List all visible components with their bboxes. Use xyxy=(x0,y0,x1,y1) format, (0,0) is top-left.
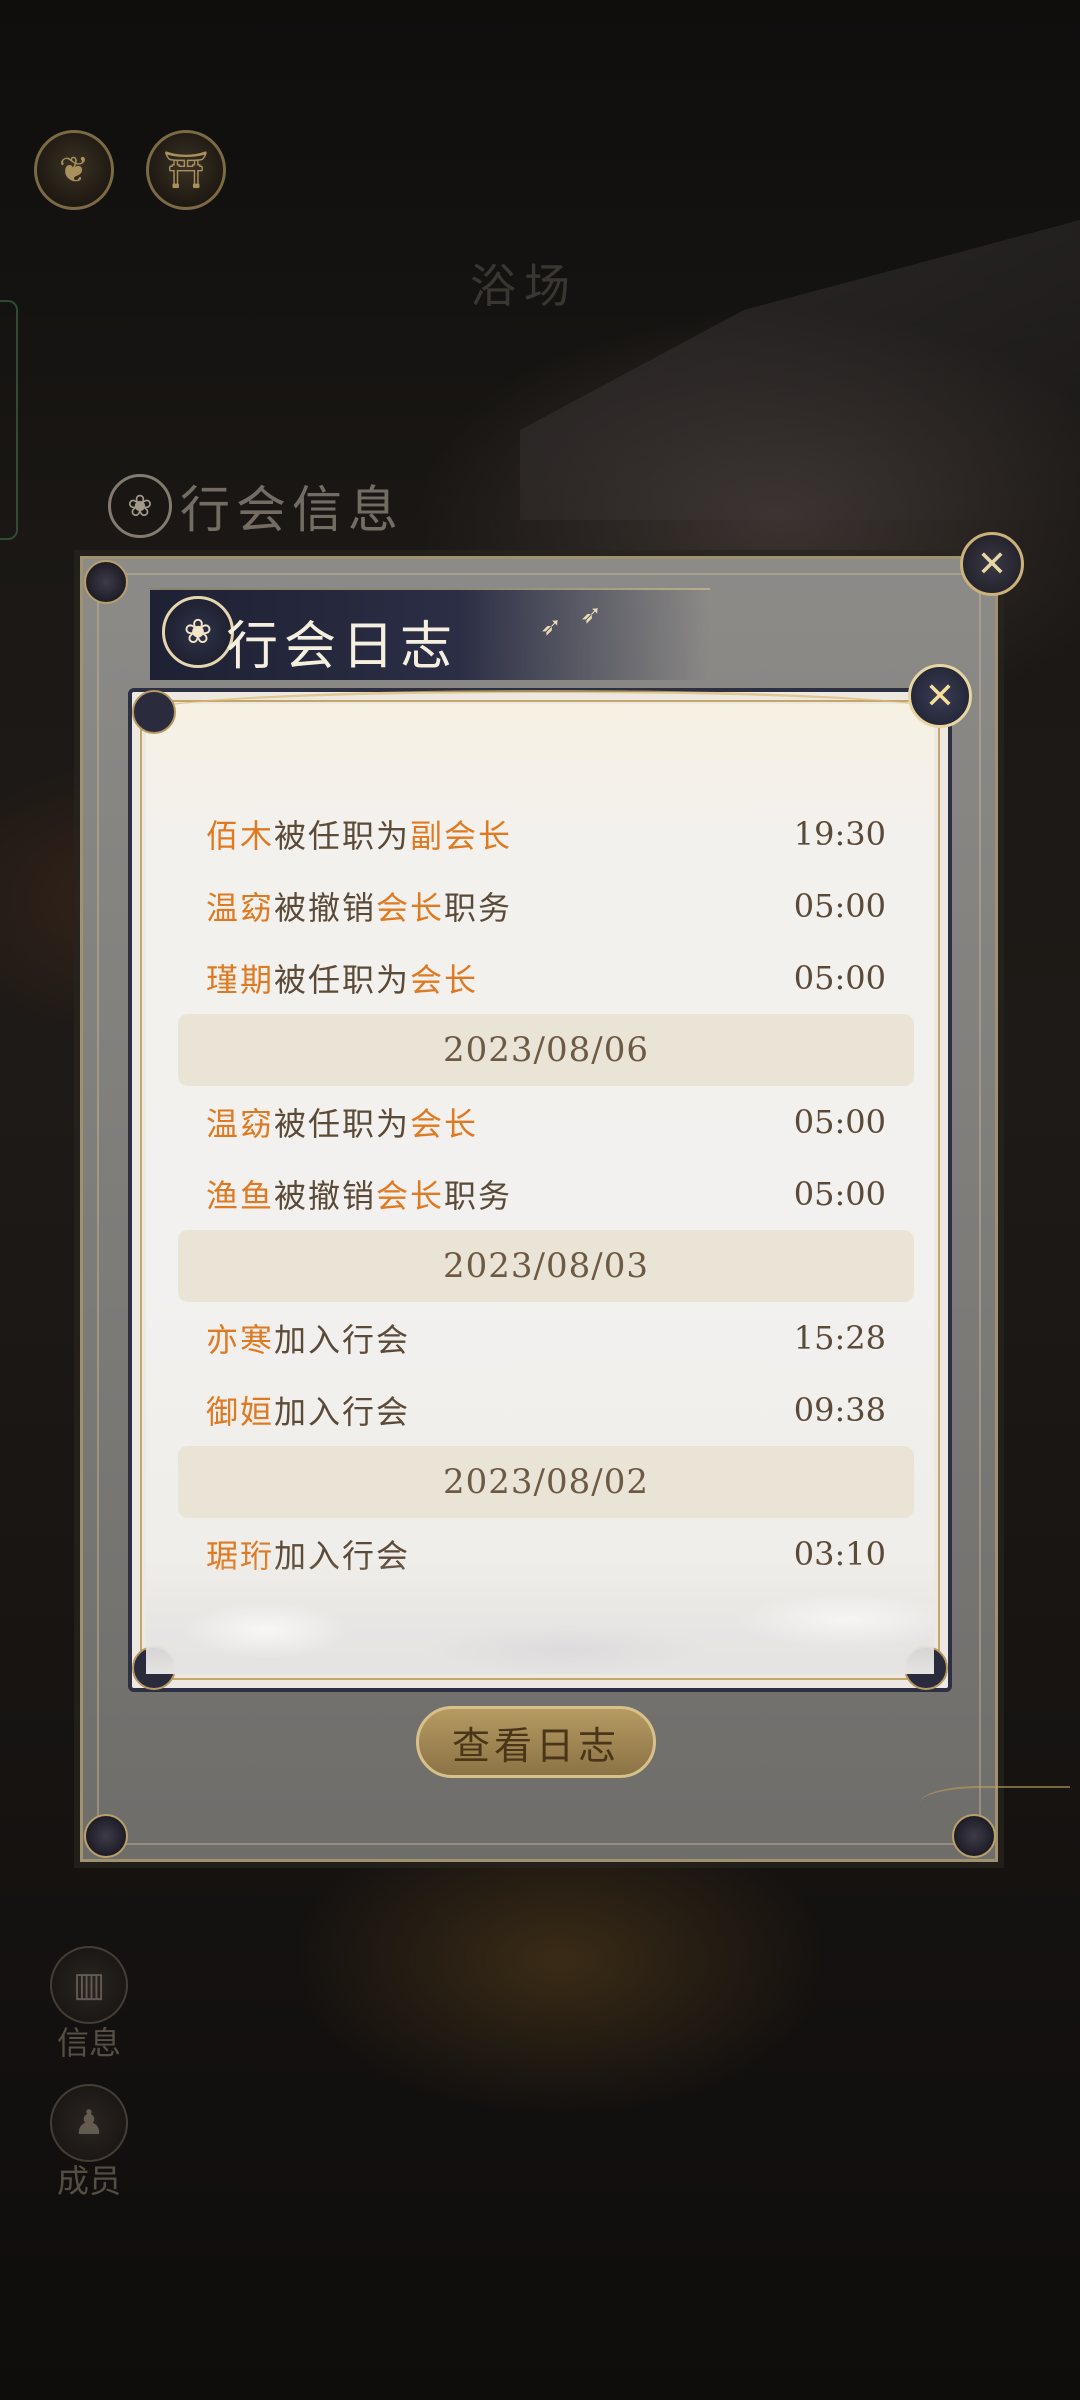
location-label: 浴场 xyxy=(470,259,578,313)
dialog-title: 行会日志 xyxy=(226,617,459,677)
log-plain-text: 职务 xyxy=(444,1177,513,1215)
log-highlight-text: 副会长 xyxy=(410,817,513,855)
left-edge-tab[interactable] xyxy=(0,300,18,540)
cloud-swirl-ornament xyxy=(920,1786,1070,1828)
panel-corner-ornament xyxy=(84,560,128,604)
building-icon: ▥ xyxy=(50,1946,128,2024)
log-entry: 温窈被任职为会长 05:00 xyxy=(178,1086,914,1158)
guild-emblem-icon: ❀ xyxy=(162,596,234,668)
log-highlight-text: 瑾期 xyxy=(206,961,275,999)
log-highlight-text: 会长 xyxy=(376,1177,445,1215)
side-nav-info[interactable]: ▥ 信息 xyxy=(48,1946,130,2064)
log-plain-text: 被任职为 xyxy=(274,817,411,855)
log-plain-text: 被撤销 xyxy=(274,1177,377,1215)
guild-info-header: ❀ 行会信息 xyxy=(108,466,404,546)
log-highlight-text: 会长 xyxy=(410,1105,479,1143)
log-entry-time: 09:38 xyxy=(793,1391,886,1429)
gold-swirl-ornament xyxy=(146,690,946,733)
log-entry-text: 御姮加入行会 xyxy=(206,1387,410,1433)
log-entry-time: 05:00 xyxy=(793,1103,886,1141)
log-entry-text: 温窈被任职为会长 xyxy=(206,1099,478,1145)
log-highlight-text: 温窈 xyxy=(206,889,275,927)
side-nav-members[interactable]: ♟ 成员 xyxy=(48,2084,130,2202)
log-entry: 佰木被任职为副会长 19:30 xyxy=(178,798,914,870)
log-entry: 渔鱼被撤销会长职务 05:00 xyxy=(178,1158,914,1230)
log-entry-text: 温窈被撤销会长职务 xyxy=(206,883,512,929)
side-nav-members-label: 成员 xyxy=(56,2162,121,2200)
log-highlight-text: 御姮 xyxy=(206,1393,275,1431)
log-plain-text: 加入行会 xyxy=(274,1393,411,1431)
log-entry: 亦寒加入行会 15:28 xyxy=(178,1302,914,1374)
guild-info-title: 行会信息 xyxy=(180,481,404,539)
log-entry: 瑾期被任职为会长 05:00 xyxy=(178,942,914,1014)
frame-corner-ornament xyxy=(132,690,176,734)
date-separator: 2023/08/02 xyxy=(178,1446,914,1518)
log-entry-time: 19:30 xyxy=(793,815,886,853)
log-plain-text: 职务 xyxy=(444,889,513,927)
log-entry-time: 15:28 xyxy=(793,1319,886,1357)
log-plain-text: 被撤销 xyxy=(274,889,377,927)
view-log-button[interactable]: 查看日志 xyxy=(416,1706,656,1778)
log-entry-time: 05:00 xyxy=(793,887,886,925)
log-entry-text: 渔鱼被撤销会长职务 xyxy=(206,1171,512,1217)
close-icon[interactable]: ✕ xyxy=(908,664,972,728)
pavilion-icon[interactable]: ⛩ xyxy=(146,130,226,210)
log-entry-time: 05:00 xyxy=(793,1175,886,1213)
log-plain-text: 加入行会 xyxy=(274,1321,411,1359)
side-nav-info-label: 信息 xyxy=(56,2024,121,2062)
panel-corner-ornament xyxy=(84,1814,128,1858)
date-separator: 2023/08/06 xyxy=(178,1014,914,1086)
log-highlight-text: 佰木 xyxy=(206,817,275,855)
log-entry-text: 亦寒加入行会 xyxy=(206,1315,410,1361)
log-entry: 温窈被撤销会长职务 05:00 xyxy=(178,870,914,942)
guild-log-list[interactable]: 佰木被任职为副会长 19:30 温窈被撤销会长职务 05:00 瑾期被任职为会长 05:0… xyxy=(178,798,914,1590)
log-plain-text: 被任职为 xyxy=(274,1105,411,1143)
bird-ornament-icon: ➶ xyxy=(540,612,562,642)
panel-close-icon[interactable]: ✕ xyxy=(960,532,1024,596)
log-entry-time: 05:00 xyxy=(793,959,886,997)
bird-ornament-icon: ➶ xyxy=(580,600,602,630)
log-highlight-text: 亦寒 xyxy=(206,1321,275,1359)
date-separator: 2023/08/03 xyxy=(178,1230,914,1302)
log-highlight-text: 渔鱼 xyxy=(206,1177,275,1215)
log-entry: 御姮加入行会 09:38 xyxy=(178,1374,914,1446)
guild-emblem-icon: ❀ xyxy=(108,474,172,538)
log-entry-text: 瑾期被任职为会长 xyxy=(206,955,478,1001)
log-highlight-text: 会长 xyxy=(410,961,479,999)
log-highlight-text: 温窈 xyxy=(206,1105,275,1143)
log-entry-text: 佰木被任职为副会长 xyxy=(206,811,512,857)
member-icon: ♟ xyxy=(50,2084,128,2162)
log-plain-text: 被任职为 xyxy=(274,961,411,999)
log-highlight-text: 会长 xyxy=(376,889,445,927)
cloud-ornament xyxy=(146,1590,934,1674)
leaf-emblem-icon[interactable]: ❦ xyxy=(34,130,114,210)
